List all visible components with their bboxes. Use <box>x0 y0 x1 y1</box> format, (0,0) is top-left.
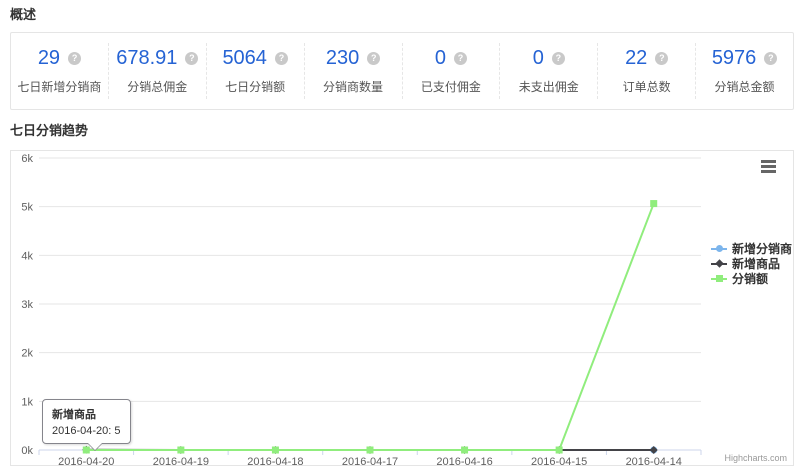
stat-label: 分销商数量 <box>323 78 383 95</box>
stat-item-order-total: 22? 订单总数 <box>598 43 696 99</box>
y-axis-label: 4k <box>21 250 33 262</box>
legend-square-marker-icon <box>711 274 727 283</box>
dashboard-page: 概述 29? 七日新增分销商 678.91? 分销总佣金 5064? 七日分销额… <box>0 0 806 476</box>
legend-item-sales-amount[interactable]: 分销额 <box>711 271 792 286</box>
help-icon[interactable]: ? <box>454 52 467 65</box>
stat-value: 678.91 <box>116 47 177 70</box>
y-axis-label: 6k <box>21 153 33 165</box>
x-axis-label: 2016-04-16 <box>436 456 492 465</box>
stat-item-new-distributors-7d: 29? 七日新增分销商 <box>11 43 109 99</box>
y-axis-label: 3k <box>21 299 33 311</box>
chart-export-menu-icon[interactable] <box>761 160 776 175</box>
stat-item-paid-commission: 0? 已支付佣金 <box>403 43 501 99</box>
overview-stats-card: 29? 七日新增分销商 678.91? 分销总佣金 5064? 七日分销额 23… <box>10 32 794 110</box>
help-icon[interactable]: ? <box>275 52 288 65</box>
tooltip-series-name: 新增商品 <box>52 406 121 422</box>
data-point <box>461 447 468 454</box>
stat-value: 230 <box>326 47 359 70</box>
legend-item-new-distributors[interactable]: 新增分销商 <box>711 241 792 256</box>
y-axis-label: 2k <box>21 348 33 360</box>
help-icon[interactable]: ? <box>552 52 565 65</box>
x-axis-label: 2016-04-17 <box>342 456 398 465</box>
x-axis-label: 2016-04-18 <box>247 456 303 465</box>
data-point <box>556 447 563 454</box>
data-point <box>272 447 279 454</box>
stat-value: 0 <box>533 47 544 70</box>
help-icon[interactable]: ? <box>68 52 81 65</box>
x-axis-label: 2016-04-14 <box>626 456 682 465</box>
stat-label: 已支付佣金 <box>421 78 481 95</box>
stat-value: 29 <box>38 47 60 70</box>
stat-item-total-commission: 678.91? 分销总佣金 <box>109 43 207 99</box>
stat-label: 未支出佣金 <box>519 78 579 95</box>
x-axis-label: 2016-04-20 <box>58 456 114 465</box>
data-point <box>650 200 657 207</box>
stat-item-unpaid-commission: 0? 未支出佣金 <box>500 43 598 99</box>
stat-value: 0 <box>435 47 446 70</box>
y-axis-label: 1k <box>21 396 33 408</box>
data-point <box>650 446 658 454</box>
chart-tooltip: 新增商品 2016-04-20: 5 <box>42 399 131 444</box>
tooltip-value: 2016-04-20: 5 <box>52 425 121 437</box>
help-icon[interactable]: ? <box>185 52 198 65</box>
stat-item-sales-7d: 5064? 七日分销额 <box>207 43 305 99</box>
data-point <box>177 447 184 454</box>
legend-circle-marker-icon <box>711 244 727 253</box>
stat-value: 5976 <box>712 47 757 70</box>
stat-item-total-sales-amount: 5976? 分销总金额 <box>696 43 793 99</box>
y-axis-label: 0k <box>21 445 33 457</box>
stat-label: 分销总金额 <box>715 78 775 95</box>
legend-item-new-products[interactable]: 新增商品 <box>711 256 792 271</box>
stat-value: 5064 <box>222 47 267 70</box>
help-icon[interactable]: ? <box>367 52 380 65</box>
chart-legend: 新增分销商 新增商品 分销额 <box>711 241 792 286</box>
trend-chart-container: 0k 1k 2k 3k 4k 5k 6k 2016-04-20 2016-04-19 2016-0… <box>10 150 794 466</box>
highcharts-credit-link[interactable]: Highcharts.com <box>724 453 787 463</box>
legend-label: 分销额 <box>732 270 768 287</box>
x-axis-label: 2016-04-19 <box>153 456 209 465</box>
stat-label: 分销总佣金 <box>127 78 187 95</box>
y-axis-label: 5k <box>21 202 33 214</box>
help-icon[interactable]: ? <box>655 52 668 65</box>
stat-item-distributor-count: 230? 分销商数量 <box>305 43 403 99</box>
legend-diamond-marker-icon <box>711 259 727 268</box>
help-icon[interactable]: ? <box>764 52 777 65</box>
stat-value: 22 <box>625 47 647 70</box>
x-axis-label: 2016-04-15 <box>531 456 587 465</box>
stat-label: 订单总数 <box>623 78 671 95</box>
stat-label: 七日新增分销商 <box>17 78 101 95</box>
data-point <box>367 447 374 454</box>
stat-label: 七日分销额 <box>225 78 285 95</box>
series-line-分销额 <box>86 204 653 450</box>
trend-section-title: 七日分销趋势 <box>10 120 88 139</box>
overview-section-title: 概述 <box>10 4 36 23</box>
